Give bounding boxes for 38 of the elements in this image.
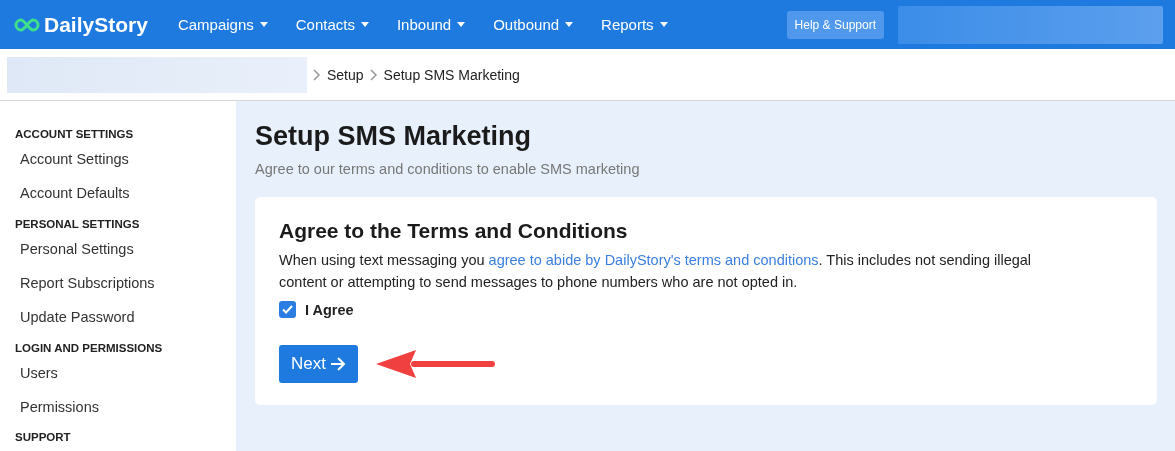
logo[interactable]: DailyStory <box>14 12 148 37</box>
sidebar-item[interactable]: Users <box>0 355 236 390</box>
nav-menu[interactable]: Campaigns <box>163 16 282 33</box>
chevron-icon <box>313 68 321 81</box>
sidebar-item[interactable]: Account Defaults <box>0 176 236 211</box>
terms-paragraph: When using text messaging you agree to abide by DailyStory's terms and conditions. This includes not sending illegal content or attempting to send messages to phone numbers who are not opted in. <box>279 251 1033 292</box>
nav-menu[interactable]: Contacts <box>281 16 383 33</box>
section-heading: LOGIN AND PERMISSIONS <box>14 340 164 356</box>
logo-icon <box>14 16 40 33</box>
caret-icon <box>360 22 369 27</box>
sidebar-item[interactable]: Permissions <box>0 389 236 425</box>
card-title: Agree to the Terms and Conditions <box>279 219 629 243</box>
page-title: Setup SMS Marketing <box>255 121 533 152</box>
help-button[interactable]: Help & Support <box>786 10 884 39</box>
sidebar-item[interactable]: Personal Settings <box>0 231 236 266</box>
nav-menu[interactable]: Outbound <box>479 16 588 33</box>
caret-icon <box>659 22 668 27</box>
sidebar-item[interactable]: Account Settings <box>0 141 236 177</box>
page-subtitle: Agree to our terms and conditions to enable SMS marketing <box>255 161 641 177</box>
check-icon <box>282 305 293 314</box>
section-heading: SUPPORT <box>14 430 72 446</box>
section-heading: ACCOUNT SETTINGS <box>14 127 135 142</box>
next-button[interactable]: Next <box>279 345 358 383</box>
checkbox-label: I Agree <box>305 301 354 318</box>
section-heading: PERSONAL SETTINGS <box>14 216 141 232</box>
arrow-right-icon <box>329 357 346 371</box>
chevron-icon <box>369 68 378 81</box>
agree-checkbox[interactable] <box>279 301 296 318</box>
sidebar-item[interactable]: Update Password <box>0 300 236 335</box>
nav-menu[interactable]: Inbound <box>382 16 480 33</box>
caret-icon <box>565 22 574 27</box>
breadcrumb-item: Setup SMS Marketing <box>383 66 520 83</box>
caret-icon <box>259 22 268 27</box>
breadcrumb-item[interactable]: Setup <box>327 66 364 83</box>
nav-menu[interactable]: Reports <box>587 16 682 33</box>
terms-link[interactable]: agree to abide by DailyStory's terms and conditions <box>488 252 819 268</box>
caret-icon <box>457 22 466 27</box>
sidebar-item[interactable]: Report Subscriptions <box>0 265 236 301</box>
